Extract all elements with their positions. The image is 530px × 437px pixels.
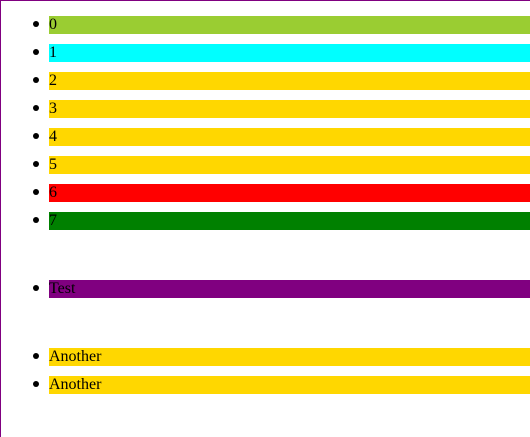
test-list: Test: [0, 280, 530, 308]
bullet-icon: [33, 133, 39, 139]
list-item-bar: Test: [49, 280, 530, 298]
list-item-bar: 2: [49, 72, 530, 90]
list-item-bar: 5: [49, 156, 530, 174]
list-item: 2: [0, 72, 530, 100]
list-item-bar: 1: [49, 44, 530, 62]
list-item-bar: 6: [49, 184, 530, 202]
bullet-icon: [33, 189, 39, 195]
bullet-icon: [33, 285, 39, 291]
list-item: 7: [0, 212, 530, 240]
list-item-bar: Another: [49, 376, 530, 394]
list-item: Another: [0, 348, 530, 376]
list-item-bar: 0: [49, 16, 530, 34]
list-item: 1: [0, 44, 530, 72]
bullet-icon: [33, 353, 39, 359]
bullet-icon: [33, 105, 39, 111]
list-item: Another: [0, 376, 530, 404]
another-list: Another Another: [0, 348, 530, 404]
bullet-icon: [33, 217, 39, 223]
bullet-icon: [33, 21, 39, 27]
list-item: 6: [0, 184, 530, 212]
bullet-icon: [33, 381, 39, 387]
list-item-bar: Another: [49, 348, 530, 366]
bullet-icon: [33, 49, 39, 55]
number-list: 0 1 2 3 4 5 6 7: [0, 16, 530, 240]
list-item-bar: 7: [49, 212, 530, 230]
bullet-icon: [33, 161, 39, 167]
list-item-bar: 4: [49, 128, 530, 146]
list-item: 4: [0, 128, 530, 156]
list-item: 5: [0, 156, 530, 184]
list-item: Test: [0, 280, 530, 308]
list-item: 3: [0, 100, 530, 128]
list-item: 0: [0, 16, 530, 44]
list-item-bar: 3: [49, 100, 530, 118]
bullet-icon: [33, 77, 39, 83]
